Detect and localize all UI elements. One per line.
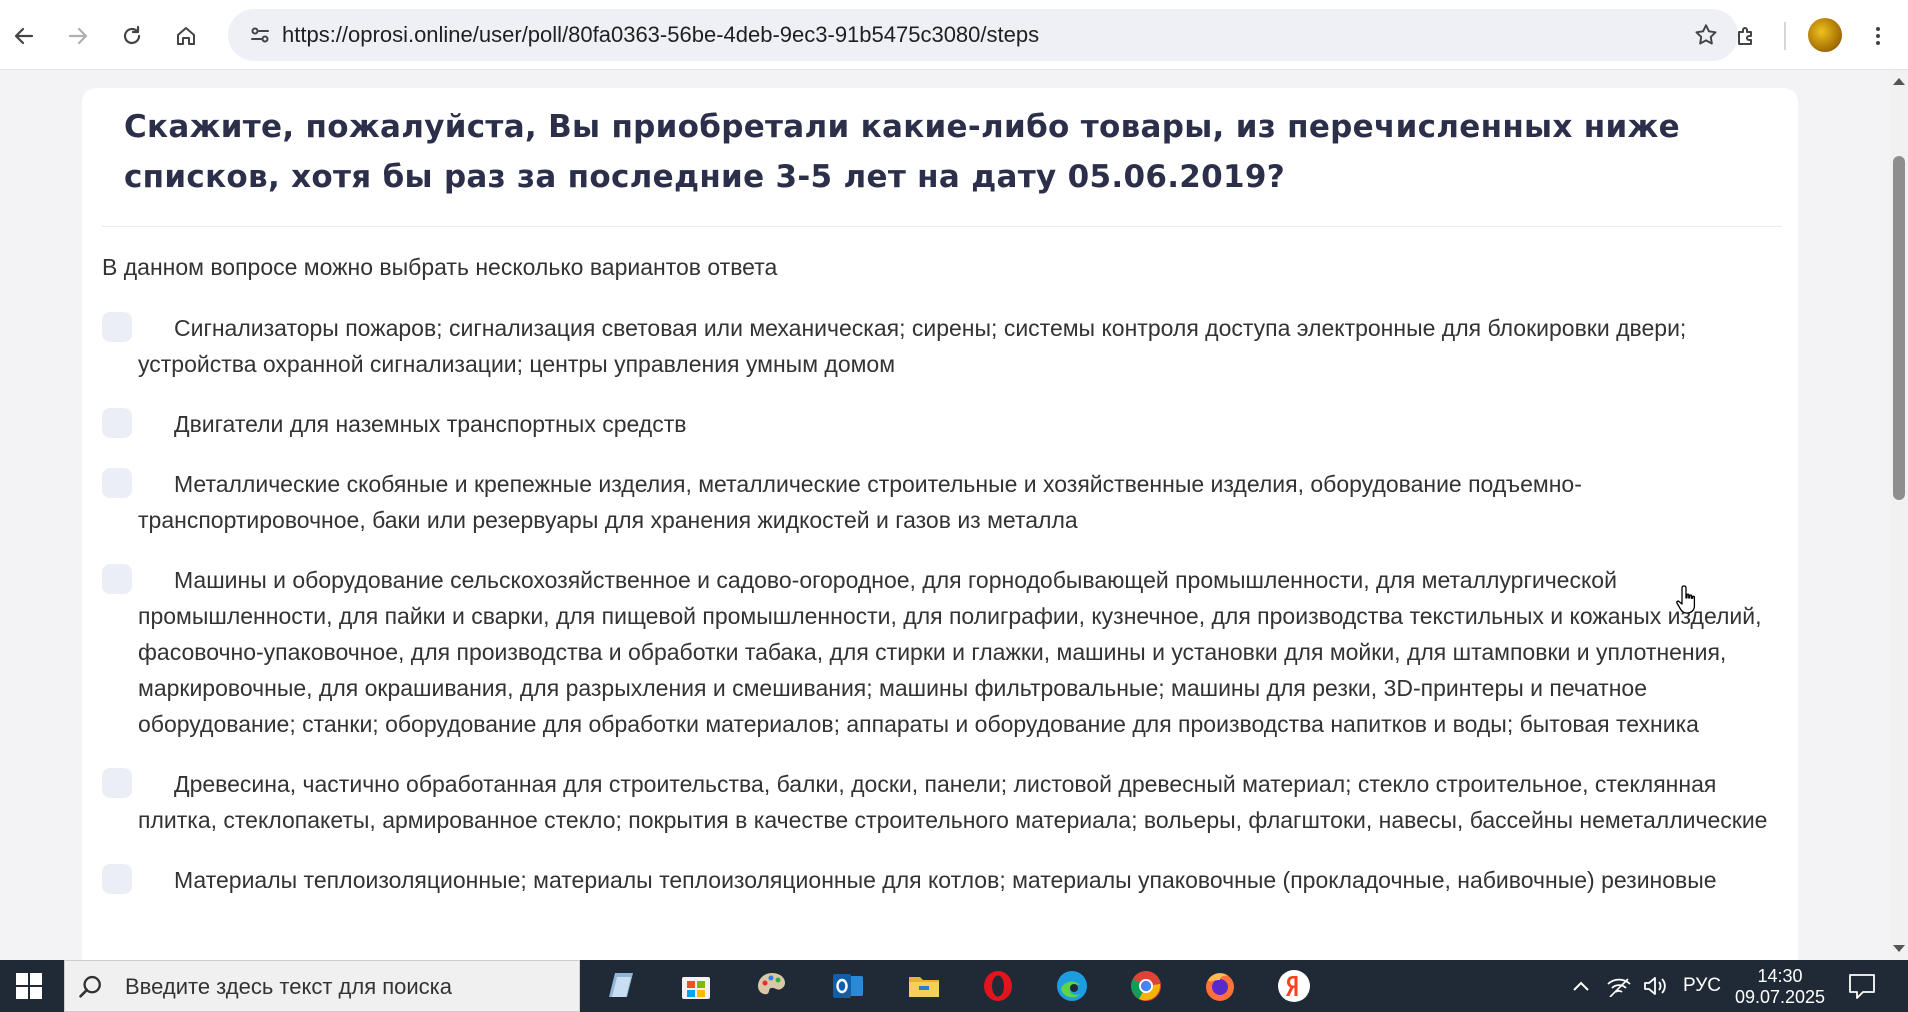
paint-icon (758, 973, 785, 995)
site-info-button[interactable] (238, 13, 282, 57)
option-item[interactable]: Двигатели для наземных транспортных сред… (102, 406, 1782, 442)
back-button[interactable] (2, 14, 46, 58)
tray-volume-button[interactable] (1638, 960, 1672, 1012)
option-checkbox[interactable] (102, 864, 132, 894)
taskbar-app-edge[interactable] (1044, 966, 1100, 1006)
taskbar-app-chrome[interactable] (1118, 966, 1174, 1006)
page-scrollbar[interactable] (1890, 70, 1908, 960)
bookmark-star-icon (1695, 24, 1717, 45)
wifi-icon (1607, 978, 1631, 997)
question-card: Скажите, пожалуйста, Вы приобретали каки… (82, 88, 1798, 960)
notification-icon[interactable] (1846, 970, 1878, 1002)
option-label[interactable]: Двигатели для наземных транспортных сред… (102, 406, 1782, 442)
option-item[interactable]: Сигнализаторы пожаров; сигнализация свет… (102, 310, 1782, 382)
extensions-icon (1738, 27, 1752, 45)
search-icon (79, 975, 101, 998)
taskbar-app-paint[interactable] (744, 966, 800, 1006)
home-button[interactable] (164, 14, 208, 58)
option-label[interactable]: Машины и оборудование сельскохозяйственн… (102, 562, 1782, 742)
home-icon (177, 27, 195, 45)
reload-button[interactable] (110, 14, 154, 58)
taskbar-app-file-explorer[interactable] (896, 966, 952, 1006)
options-list: Сигнализаторы пожаров; сигнализация свет… (102, 310, 1782, 922)
chrome-icon (1131, 971, 1161, 1001)
option-checkbox[interactable] (102, 312, 132, 342)
taskbar-app-yandex[interactable] (1266, 966, 1322, 1006)
tray-overflow-button[interactable] (1566, 960, 1596, 1012)
browser-toolbar: https://oprosi.online/user/poll/80fa0363… (0, 0, 1908, 70)
option-checkbox[interactable] (102, 768, 132, 798)
site-info-icon (251, 27, 269, 43)
page-viewport: Скажите, пожалуйста, Вы приобретали каки… (0, 70, 1890, 960)
bookmark-button[interactable] (1684, 13, 1728, 57)
opera-icon (984, 971, 1012, 1001)
back-icon (14, 27, 34, 45)
option-label[interactable]: Древесина, частично обработанная для стр… (102, 766, 1782, 838)
menu-icon (1876, 27, 1880, 45)
question-title: Скажите, пожалуйста, Вы приобретали каки… (124, 109, 1680, 195)
option-label[interactable]: Материалы теплоизоляционные; материалы т… (102, 862, 1782, 898)
url-text[interactable]: https://oprosi.online/user/poll/80fa0363… (282, 9, 1039, 61)
chevron-up-icon (1573, 981, 1589, 991)
taskbar-app-firefox[interactable] (1192, 966, 1248, 1006)
address-bar[interactable]: https://oprosi.online/user/poll/80fa0363… (228, 9, 1738, 61)
yandex-icon (1278, 970, 1310, 1002)
reload-icon (123, 25, 141, 45)
clock-time: 14:30 (1757, 966, 1803, 986)
volume-icon (1644, 977, 1666, 995)
divider (102, 226, 1782, 227)
windows-logo-icon (16, 973, 42, 999)
option-item[interactable]: Машины и оборудование сельскохозяйственн… (102, 562, 1782, 742)
question-hint: В данном вопросе можно выбрать несколько… (102, 254, 778, 280)
taskbar-search[interactable]: Введите здесь текст для поиска (64, 960, 580, 1012)
scroll-down-icon[interactable] (1893, 945, 1905, 952)
menu-button[interactable] (1856, 14, 1900, 58)
notepad-icon (609, 973, 633, 997)
taskbar-app-store[interactable] (668, 966, 724, 1006)
taskbar-app-outlook[interactable] (820, 966, 876, 1006)
scrollbar-thumb[interactable] (1893, 156, 1905, 500)
option-checkbox[interactable] (102, 408, 132, 438)
file-explorer-icon (909, 977, 939, 997)
start-button[interactable] (0, 960, 58, 1012)
firefox-icon (1206, 973, 1234, 1001)
outlook-icon (833, 974, 863, 998)
tray-language[interactable]: РУС (1676, 960, 1728, 1012)
option-checkbox[interactable] (102, 564, 132, 594)
search-placeholder[interactable]: Введите здесь текст для поиска (125, 961, 452, 1012)
option-item[interactable]: Материалы теплоизоляционные; материалы т… (102, 862, 1782, 898)
option-checkbox[interactable] (102, 468, 132, 498)
option-label[interactable]: Сигнализаторы пожаров; сигнализация свет… (102, 310, 1782, 382)
hand-cursor-icon (1676, 585, 1696, 614)
option-item[interactable]: Металлические скобяные и крепежные издел… (102, 466, 1782, 538)
tray-network-button[interactable] (1602, 960, 1636, 1012)
edge-icon (1057, 971, 1087, 1001)
clock-date: 09.07.2025 (1734, 987, 1826, 1007)
store-icon (682, 977, 710, 999)
toolbar-separator (1784, 22, 1786, 50)
tray-clock[interactable]: 14:30 09.07.2025 (1730, 966, 1830, 1008)
taskbar-app-notepad[interactable] (592, 966, 648, 1006)
extensions-button[interactable] (1724, 14, 1768, 58)
profile-avatar[interactable] (1808, 18, 1842, 52)
taskbar-app-opera[interactable] (970, 966, 1026, 1006)
option-item[interactable]: Древесина, частично обработанная для стр… (102, 766, 1782, 838)
windows-taskbar: Введите здесь текст для поиска РУС 14:30 (0, 960, 1908, 1012)
scroll-up-icon[interactable] (1893, 78, 1905, 85)
forward-button[interactable] (56, 14, 100, 58)
forward-icon (68, 27, 88, 45)
option-label[interactable]: Металлические скобяные и крепежные издел… (102, 466, 1782, 538)
